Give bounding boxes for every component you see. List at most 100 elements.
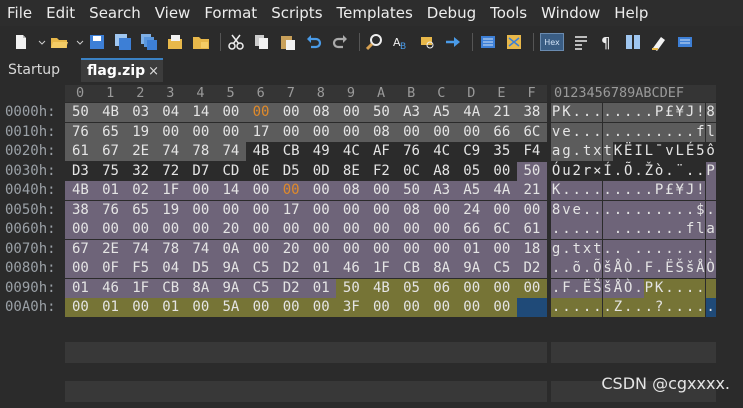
hex-byte[interactable]: 00 [305,200,337,220]
hex-byte[interactable]: 21 [516,181,547,200]
paragraph-icon[interactable]: ¶ [598,33,616,51]
hex-byte[interactable]: 08 [366,122,397,142]
ascii-char[interactable]: . [581,298,593,317]
ascii-char[interactable]: . [695,278,706,298]
hex-byte[interactable]: 1F [155,181,186,200]
ascii-char[interactable]: . [551,278,562,298]
tab-flag-zip[interactable]: flag.zip × [81,58,163,82]
ascii-char[interactable]: Z [612,298,624,317]
ascii-char[interactable]: . [633,220,644,239]
menu-help[interactable]: Help [607,0,655,26]
hex-byte[interactable]: 78 [185,142,216,161]
ascii-char[interactable]: . [664,298,675,317]
hex-byte[interactable]: D2 [516,259,547,278]
hex-byte[interactable]: 00 [426,298,457,317]
ascii-char[interactable]: ? [654,298,665,317]
goto-icon[interactable] [444,33,462,51]
hex-byte[interactable]: 00 [65,220,96,239]
ascii-char[interactable]: Å [695,259,706,278]
find-icon[interactable] [366,33,384,51]
ascii-char[interactable]: . [581,181,593,200]
ascii-char[interactable]: . [571,278,582,298]
ascii-char[interactable]: . [592,122,603,142]
ascii-char[interactable]: £ [664,181,675,200]
ascii-char[interactable]: . [602,200,613,220]
ascii-char[interactable]: . [561,298,572,317]
hex-mode-button[interactable]: Hex [540,33,564,51]
folder-icon[interactable] [192,33,210,51]
hex-byte[interactable]: 00 [396,298,427,317]
ascii-char[interactable]: . [561,181,572,200]
ascii-char[interactable]: Å [612,259,624,278]
hex-byte[interactable]: A5 [426,103,457,122]
hex-byte[interactable]: 00 [275,122,307,142]
hex-byte[interactable]: 00 [516,278,547,298]
hex-byte[interactable]: 00 [516,200,547,220]
find-in-files-icon[interactable] [418,33,436,51]
ascii-char[interactable]: . [684,122,696,142]
hex-byte[interactable]: 00 [396,122,427,142]
hex-byte[interactable]: 6C [516,122,547,142]
ascii-char[interactable]: . [633,103,644,122]
hex-byte[interactable]: 3F [335,298,367,317]
hex-byte[interactable]: 00 [426,220,457,239]
ascii-char[interactable]: . [571,298,582,317]
ascii-char[interactable]: . [612,103,624,122]
hex-byte[interactable]: 21 [486,103,517,122]
ascii-char[interactable]: J [684,181,696,200]
hex-byte[interactable]: 03 [125,103,156,122]
ascii-char[interactable]: 8 [705,103,716,122]
hex-byte[interactable]: 00 [426,200,457,220]
ascii-char[interactable]: e [571,200,582,220]
hex-byte[interactable]: 38 [516,103,547,122]
ascii-char[interactable]: Ò [623,278,634,298]
menu-tools[interactable]: Tools [483,0,534,26]
ascii-char[interactable] [602,220,613,239]
hex-byte[interactable]: 00 [215,122,246,142]
hex-byte[interactable]: 01 [305,259,337,278]
hex-byte[interactable]: 00 [396,220,427,239]
hex-byte[interactable]: 4A [486,181,517,200]
hex-byte[interactable]: 00 [456,278,487,298]
ascii-char[interactable]: . [695,162,705,181]
ascii-char[interactable]: Š [592,278,603,298]
hex-byte[interactable]: 9A [456,259,487,278]
hex-byte[interactable]: 05 [456,162,487,181]
hex-byte[interactable]: 00 [486,200,517,220]
ascii-char[interactable]: . [684,200,696,220]
hex-byte[interactable]: 00 [185,181,216,200]
hex-byte[interactable]: CB [155,278,186,298]
ascii-char[interactable]: 5 [695,142,705,161]
hex-byte[interactable]: 00 [366,200,397,220]
ascii-char[interactable]: . [684,239,696,259]
hex-byte[interactable]: 00 [366,298,397,317]
hex-byte[interactable]: 0D [306,162,337,181]
ascii-char[interactable]: . [695,298,706,317]
ascii-char[interactable]: . [633,181,644,200]
hex-byte[interactable]: D5 [185,259,216,278]
hex-byte[interactable]: 00 [125,298,156,317]
ascii-char[interactable]: . [551,259,562,278]
hex-byte[interactable]: A3 [426,181,457,200]
ascii-char[interactable]: F [561,278,572,298]
hex-byte[interactable]: 00 [155,122,186,142]
hex-byte[interactable]: 74 [215,142,246,161]
ascii-char[interactable]: a [551,142,562,161]
ascii-char[interactable]: t [581,142,593,161]
hex-byte[interactable]: D5 [276,162,307,181]
ascii-char[interactable]: ! [695,103,706,122]
hex-byte[interactable]: C9 [456,142,487,161]
ascii-char[interactable]: 8 [551,200,562,220]
ascii-char[interactable]: . [623,103,634,122]
hex-byte[interactable]: 20 [275,239,307,259]
hex-byte[interactable]: 00 [335,200,367,220]
hex-byte[interactable]: 8A [426,259,457,278]
ascii-char[interactable]: f [684,220,696,239]
hex-byte[interactable]: C5 [245,278,277,298]
menu-window[interactable]: Window [534,0,607,26]
ascii-char[interactable]: . [561,259,572,278]
hex-byte[interactable]: 00 [305,220,337,239]
hex-byte[interactable]: 75 [95,162,126,181]
ascii-char[interactable]: a [705,220,716,239]
hex-byte[interactable]: 6C [486,220,517,239]
